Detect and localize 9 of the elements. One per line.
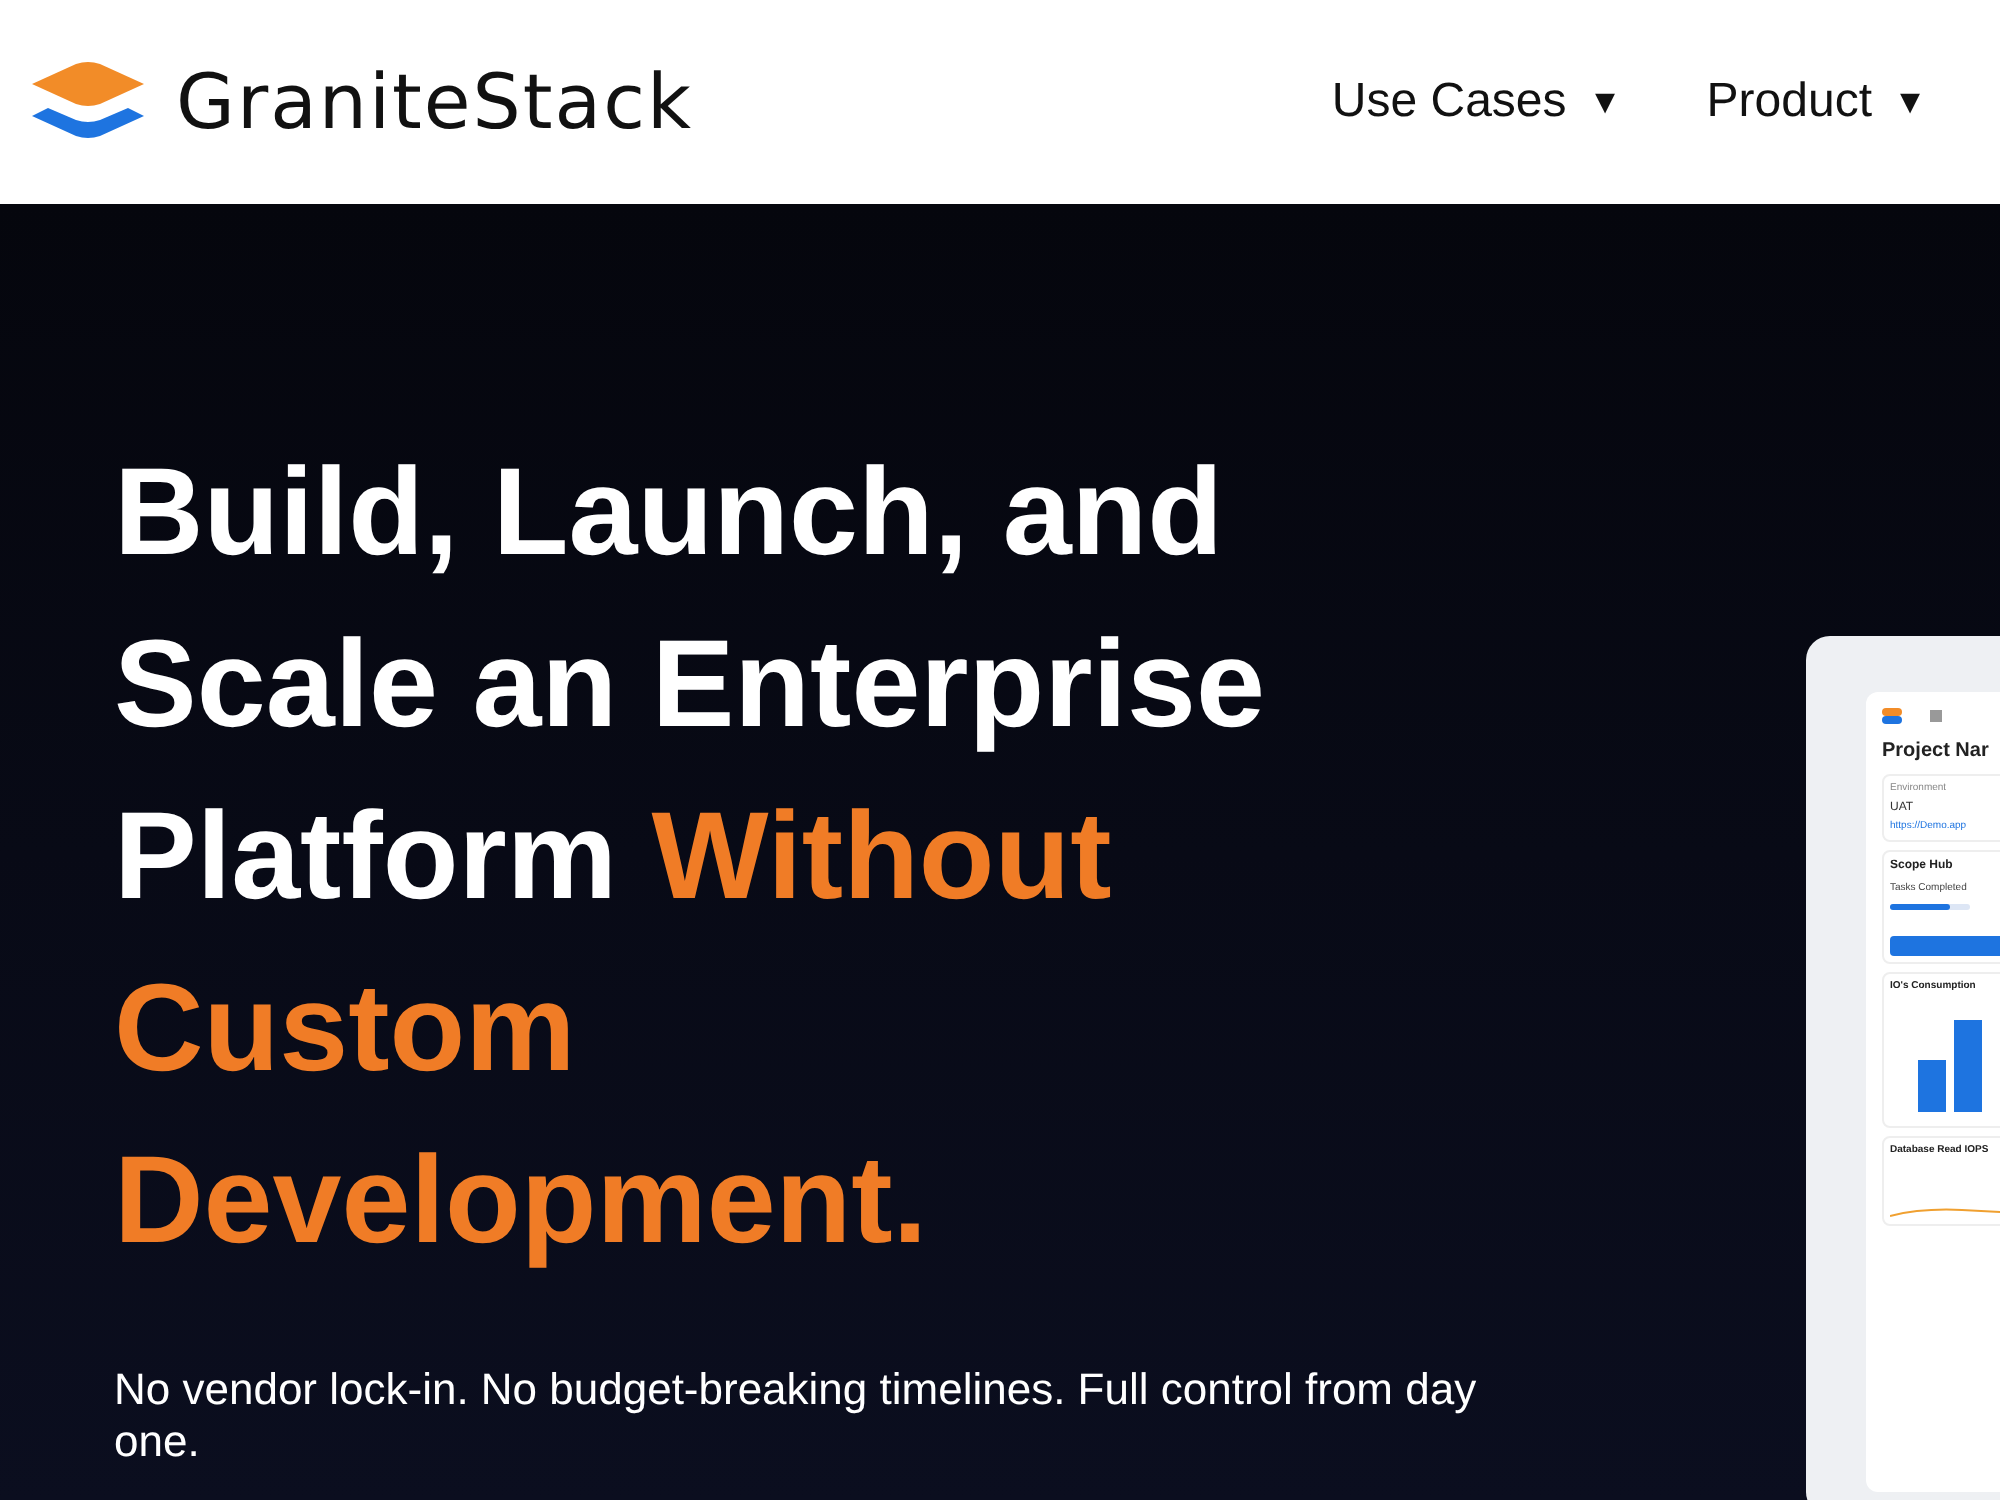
line-chart-drawing (1890, 1205, 2000, 1217)
logo-icon (1882, 708, 1902, 724)
action-button[interactable] (1890, 935, 2000, 955)
hero-subtitle: No vendor lock-in. No budget-breaking timelines. Full control from day one. (114, 1364, 1479, 1468)
project-title: Project Nar (1882, 738, 1991, 766)
nav-link[interactable]: Product ▾ (1706, 66, 1920, 138)
nav-link[interactable]: Use Cases ▾ (1331, 66, 1615, 138)
hero-headline: Build, Launch, and Scale an Enterprise Platform Without Custom Development. (114, 442, 1267, 1274)
brand-name: GraniteStack (176, 55, 693, 149)
